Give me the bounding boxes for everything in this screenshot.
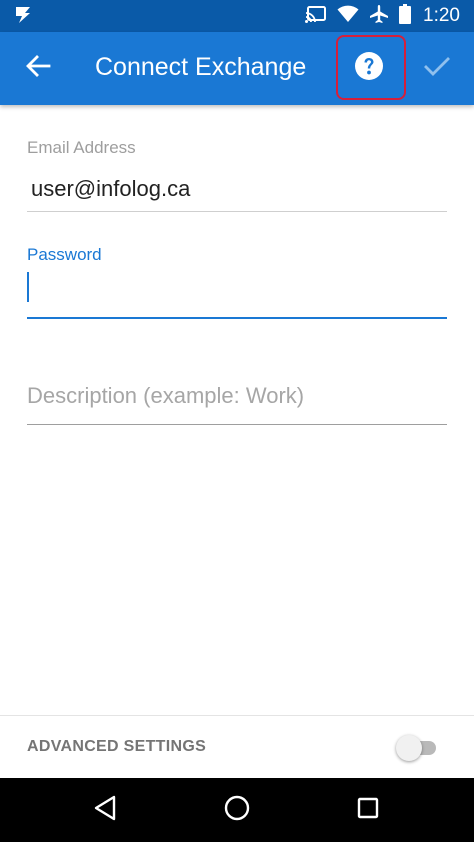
email-underline [27, 211, 447, 212]
nav-recents-button[interactable] [348, 790, 388, 830]
description-field[interactable] [27, 376, 447, 416]
checkmark-icon [423, 55, 451, 82]
nav-back-button[interactable] [85, 790, 125, 830]
password-label: Password [27, 245, 102, 264]
toggle-thumb [396, 735, 422, 761]
password-underline [27, 317, 447, 319]
email-label: Email Address [27, 138, 136, 157]
confirm-button[interactable] [417, 48, 457, 88]
navigation-bar [0, 778, 474, 842]
nav-home-icon [224, 795, 250, 826]
nav-back-icon [93, 795, 117, 826]
wifi-icon [327, 5, 359, 28]
page-title: Connect Exchange [95, 53, 307, 81]
status-bar: 1:20 [0, 0, 474, 32]
battery-icon [389, 3, 412, 29]
cast-icon [295, 5, 327, 28]
status-icons: 1:20 [295, 0, 460, 32]
help-circle-icon [354, 51, 384, 86]
connect-exchange-screen: 1:20 Connect Exchange Email Address user… [0, 0, 474, 842]
airplane-mode-icon [359, 4, 389, 29]
email-field[interactable]: user@infolog.ca [31, 176, 190, 202]
nav-home-button[interactable] [217, 790, 257, 830]
status-time: 1:20 [423, 5, 460, 26]
description-underline [27, 424, 447, 425]
app-notification-icon [14, 6, 34, 29]
arrow-left-icon [25, 53, 51, 84]
advanced-settings-toggle[interactable] [396, 734, 440, 762]
help-button[interactable] [351, 50, 387, 86]
advanced-settings-row[interactable]: ADVANCED SETTINGS [0, 716, 474, 778]
app-bar: Connect Exchange [0, 32, 474, 105]
back-button[interactable] [14, 44, 62, 92]
advanced-settings-label: ADVANCED SETTINGS [27, 738, 207, 755]
password-field[interactable] [27, 270, 447, 314]
nav-recents-icon [357, 797, 379, 824]
text-cursor [27, 272, 29, 302]
